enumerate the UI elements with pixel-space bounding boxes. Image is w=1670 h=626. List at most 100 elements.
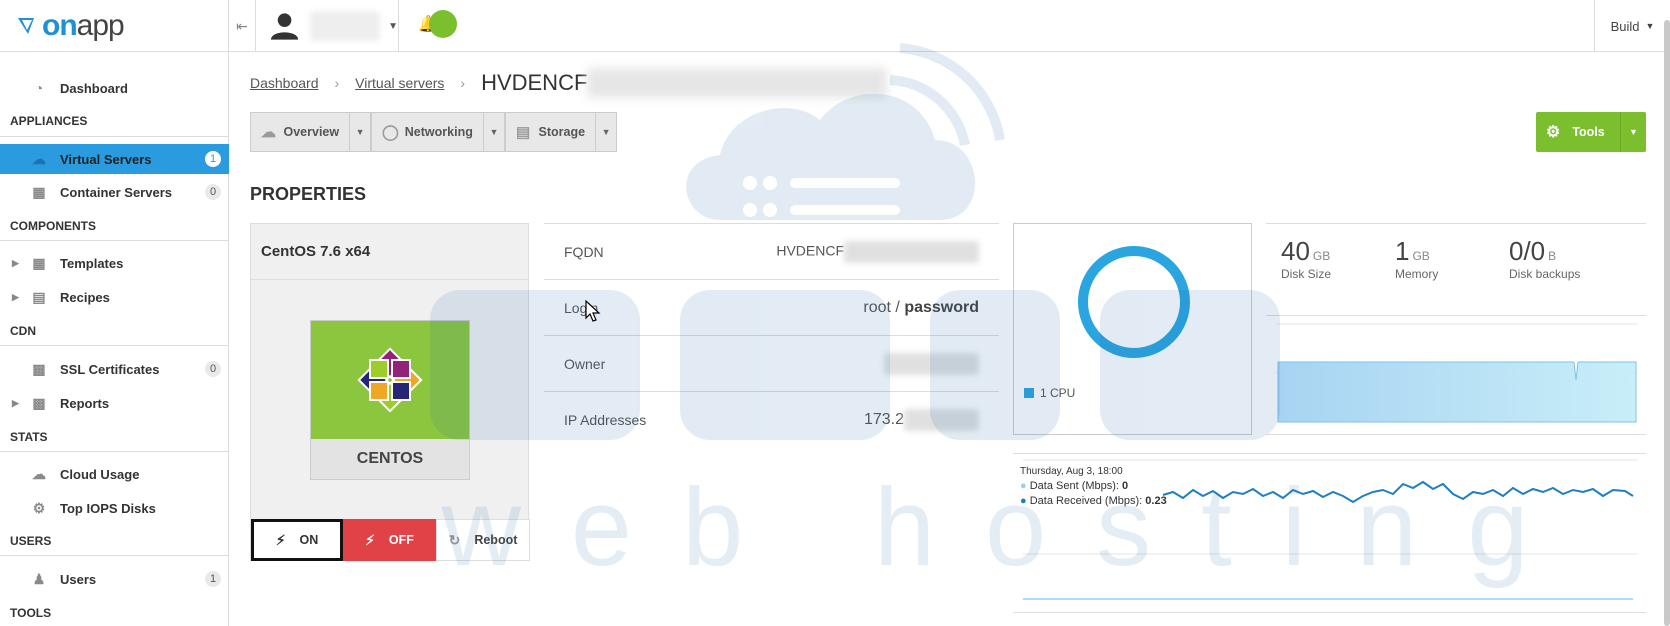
user-avatar-icon xyxy=(270,13,299,40)
sidebar-item-recipes[interactable]: ▶ ▤ Recipes xyxy=(0,283,229,311)
network-chart: Thursday, Aug 3, 18:00 ● Data Sent (Mbps… xyxy=(1013,453,1646,613)
chevron-down-icon[interactable]: ▼ xyxy=(1620,112,1646,152)
tab-networking[interactable]: ◯ Networking ▼ xyxy=(371,112,505,152)
disk-backups-label: Disk backups xyxy=(1509,267,1581,281)
tab-overview[interactable]: ☁ Overview ▼ xyxy=(250,112,371,152)
notification-indicator[interactable] xyxy=(429,10,457,38)
tab-label: Networking xyxy=(404,125,473,139)
tab-storage[interactable]: ▤ Storage ▼ xyxy=(505,112,617,152)
user-menu[interactable]: ▼ xyxy=(257,0,399,52)
tools-button[interactable]: ⚙ Tools ▼ xyxy=(1536,112,1646,152)
reboot-label: Reboot xyxy=(474,533,518,547)
power-on-button[interactable]: ⚡︎ ON xyxy=(251,519,343,561)
sidebar-item-templates[interactable]: ▶ ▦ Templates xyxy=(0,249,229,277)
count-badge: 1 xyxy=(205,571,221,587)
ip-text: 173.2 xyxy=(863,410,904,428)
chevron-right-icon: › xyxy=(334,75,340,91)
sidebar-item-dashboard[interactable]: ◔ Dashboard xyxy=(0,74,229,102)
section-appliances: APPLIANCES xyxy=(10,114,88,128)
divider xyxy=(0,345,229,346)
tooltip-received-value: 0.23 xyxy=(1145,495,1167,507)
user-icon: ♟ xyxy=(32,570,46,587)
globe-icon: ◯ xyxy=(382,124,399,141)
sidebar-item-container-servers[interactable]: ▦ Container Servers 0 xyxy=(0,178,229,206)
cpu-donut xyxy=(1078,246,1190,358)
section-cdn: CDN xyxy=(10,324,36,338)
sidebar-item-label: Reports xyxy=(60,395,110,411)
breadcrumb-dashboard-link[interactable]: Dashboard xyxy=(250,75,319,91)
resource-stats: 40 GB Disk Size 1 GB Memory 0/0 B Disk back… xyxy=(1266,223,1646,315)
sidebar-item-label: Cloud Usage xyxy=(60,466,140,482)
sidebar-item-label: Recipes xyxy=(60,289,110,305)
power-off-button[interactable]: ⚡︎ OFF xyxy=(343,519,436,561)
sidebar-item-virtual-servers[interactable]: ☁ Virtual Servers 1 xyxy=(0,144,229,174)
sidebar-item-users[interactable]: ♟ Users 1 xyxy=(0,565,229,593)
login-value: root / password xyxy=(863,299,979,317)
fqdn-label: FQDN xyxy=(564,243,604,260)
sidebar-item-label: SSL Certificates xyxy=(60,361,160,377)
onapp-logo[interactable]: onapp xyxy=(0,0,229,52)
tab-label: Storage xyxy=(538,125,586,139)
expand-arrow-icon[interactable]: ▶ xyxy=(12,292,19,303)
storage-icon: ▤ xyxy=(516,124,531,141)
login-label: Login xyxy=(564,299,599,316)
login-user: root xyxy=(863,298,891,316)
count-badge: 1 xyxy=(205,151,221,167)
dashboard-icon: ◔ xyxy=(34,80,44,96)
reboot-button[interactable]: ↻ Reboot xyxy=(436,519,530,561)
recipes-icon: ▤ xyxy=(32,288,46,305)
chevron-right-icon: › xyxy=(460,75,466,91)
power-on-label: ON xyxy=(299,533,319,547)
server-tabs: ☁ Overview ▼ ◯ Networking ▼ ▤ Storage ▼ xyxy=(250,112,617,152)
sidebar-item-cloud-usage[interactable]: ☁ Cloud Usage xyxy=(0,460,229,488)
chevron-down-icon[interactable]: ▼ xyxy=(349,113,370,151)
chevron-down-icon: ▼ xyxy=(1645,21,1655,31)
login-password[interactable]: password xyxy=(904,299,979,316)
tools-main[interactable]: ⚙ Tools xyxy=(1536,112,1620,152)
collapse-sidebar-button[interactable]: ⇤ xyxy=(229,0,256,52)
chevron-down-icon[interactable]: ▼ xyxy=(482,113,504,151)
sidebar-item-top-iops-disks[interactable]: ⚙ Top IOPS Disks xyxy=(0,494,229,522)
fqdn-row: FQDN HVDENCF xyxy=(544,223,999,279)
cpu-legend-label: 1 CPU xyxy=(1040,386,1076,400)
series-dot-icon: ● xyxy=(1020,480,1027,492)
expand-arrow-icon[interactable]: ▶ xyxy=(12,258,19,269)
owner-value xyxy=(884,352,979,375)
disk-backups-value: 0/0 xyxy=(1509,236,1546,266)
tooltip-sent-value: 0 xyxy=(1122,480,1129,492)
logo-text: onapp xyxy=(42,9,125,42)
tab-label: Overview xyxy=(283,125,340,139)
sidebar-item-reports[interactable]: ▶ ▩ Reports xyxy=(0,389,229,417)
logo-mark-icon xyxy=(18,18,34,34)
page-title-redacted xyxy=(587,68,888,98)
disks-icon: ⚙ xyxy=(32,499,46,516)
memory-value: 1 xyxy=(1395,236,1410,266)
breadcrumb: Dashboard › Virtual servers › HVDENCF xyxy=(250,68,888,98)
sidebar-item-ssl-certificates[interactable]: ▩ SSL Certificates 0 xyxy=(0,355,229,383)
cloud-icon: ☁ xyxy=(32,150,46,167)
tooltip-received-label: Data Received (Mbps): xyxy=(1029,495,1143,507)
chevron-down-icon[interactable]: ▼ xyxy=(595,113,616,151)
collapse-icon: ⇤ xyxy=(236,17,248,34)
os-card: CentOS 7.6 x64 CENTOS ⚡︎ ON ⚡︎ OFF ↻ Reb… xyxy=(250,223,530,561)
memory-stat: 1 GB Memory xyxy=(1395,236,1438,281)
disk-size-stat: 40 GB Disk Size xyxy=(1281,236,1331,281)
series-dot-icon: ● xyxy=(1020,495,1027,507)
ip-value: 173.2 xyxy=(863,408,979,431)
expand-arrow-icon[interactable]: ▶ xyxy=(12,398,19,409)
chevron-down-icon: ▼ xyxy=(388,20,398,32)
page-scrollbar[interactable] xyxy=(1664,20,1670,626)
breadcrumb-virtual-servers-link[interactable]: Virtual servers xyxy=(355,75,444,91)
fqdn-value: HVDENCF xyxy=(776,240,979,263)
sidebar-item-label: Virtual Servers xyxy=(60,151,152,167)
chart-tooltip: Thursday, Aug 3, 18:00 ● Data Sent (Mbps… xyxy=(1020,464,1167,509)
tooltip-sent: ● Data Sent (Mbps): 0 xyxy=(1020,479,1167,494)
login-separator: / xyxy=(890,298,905,316)
os-title: CentOS 7.6 x64 xyxy=(251,224,528,280)
certificate-icon: ▩ xyxy=(32,360,46,377)
count-badge: 0 xyxy=(205,361,221,377)
mouse-cursor-icon xyxy=(585,300,601,322)
build-menu-button[interactable]: Build ▼ xyxy=(1594,0,1670,52)
redacted-block xyxy=(884,352,979,375)
redacted-block xyxy=(844,240,979,263)
